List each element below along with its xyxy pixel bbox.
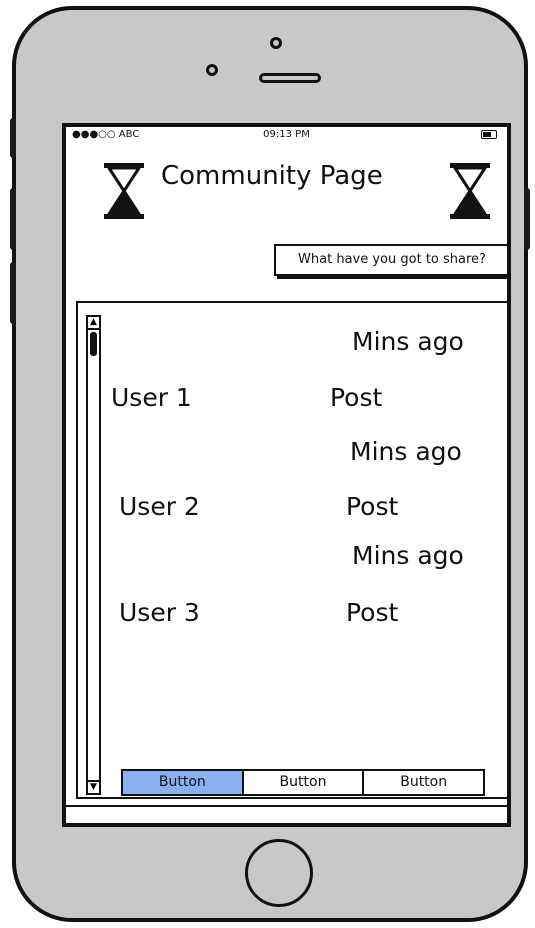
post-user[interactable]: User 1 <box>111 383 192 412</box>
sensor <box>206 64 218 76</box>
volume-up-button <box>10 188 16 250</box>
page-title: Community Page <box>161 161 383 191</box>
tab-button-3[interactable]: Button <box>364 771 483 794</box>
status-bar: ●●●○○ ABC 09:13 PM <box>66 127 507 143</box>
front-camera <box>270 37 282 49</box>
share-button[interactable]: What have you got to share? <box>274 244 507 276</box>
post-content[interactable]: Post <box>346 492 398 521</box>
post-time: Mins ago <box>350 437 462 466</box>
screen-divider <box>66 805 507 807</box>
hourglass-icon <box>450 163 490 219</box>
screen: ●●●○○ ABC 09:13 PM Community Page What h… <box>62 123 511 827</box>
power-button <box>524 188 530 250</box>
community-feed[interactable]: ▲ ▼ Mins ago User 1 Post Mins ago User 2… <box>76 301 507 799</box>
post-content[interactable]: Post <box>346 598 398 627</box>
volume-down-button <box>10 262 16 324</box>
feed-scrollbar[interactable]: ▲ ▼ <box>86 315 101 795</box>
hourglass-icon <box>104 163 144 219</box>
earpiece-speaker <box>259 73 321 83</box>
post-user[interactable]: User 2 <box>119 492 200 521</box>
home-button[interactable] <box>245 839 313 907</box>
tab-button-2[interactable]: Button <box>244 771 365 794</box>
scroll-thumb[interactable] <box>90 332 97 356</box>
mute-switch <box>10 118 16 158</box>
battery-icon <box>481 130 497 139</box>
post-user[interactable]: User 3 <box>119 598 200 627</box>
scroll-down-arrow-icon[interactable]: ▼ <box>88 780 99 793</box>
post-time: Mins ago <box>352 327 464 356</box>
post-time: Mins ago <box>352 541 464 570</box>
scroll-up-arrow-icon[interactable]: ▲ <box>88 317 99 330</box>
phone-frame: ●●●○○ ABC 09:13 PM Community Page What h… <box>10 6 530 922</box>
status-time: 09:13 PM <box>263 129 310 140</box>
post-content[interactable]: Post <box>330 383 382 412</box>
tab-bar: Button Button Button <box>121 769 485 796</box>
tab-button-1[interactable]: Button <box>123 771 244 794</box>
